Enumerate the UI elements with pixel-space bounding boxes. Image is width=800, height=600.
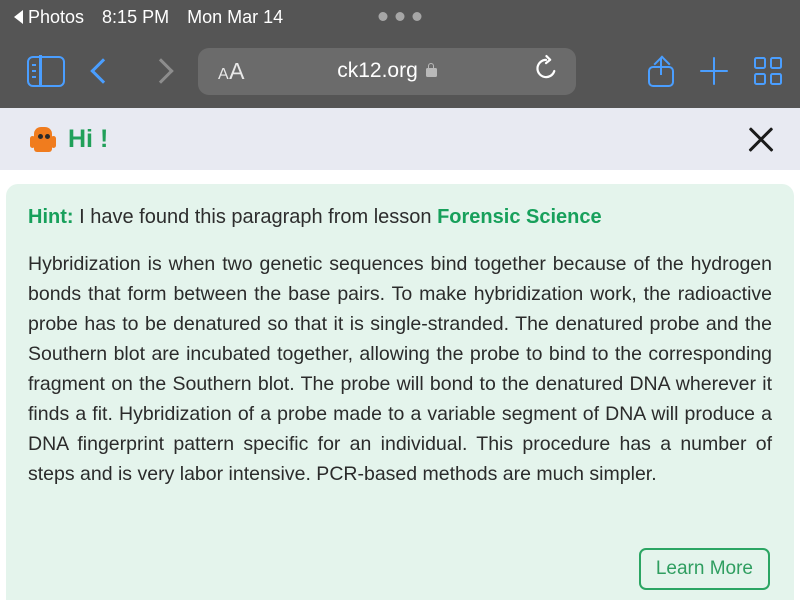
url-text: ck12.org [337,59,418,82]
hint-card: Hint: I have found this paragraph from l… [6,184,794,600]
ck12-mascot-icon [30,126,56,152]
back-button[interactable] [74,58,132,84]
sidebar-toggle-button[interactable] [18,55,74,87]
address-bar[interactable]: AA ck12.org [198,47,576,95]
hint-sentence: I have found this paragraph from lesson [73,206,438,228]
tab-cell [770,57,782,69]
new-tab-button[interactable] [700,57,728,85]
browser-toolbar: AA ck12.org [0,34,800,108]
dot [412,12,422,21]
mascot-body [34,126,52,152]
tabs-grid-button[interactable] [754,57,782,85]
chevron-right-icon [148,58,174,84]
status-bar-left-group: Photos 8:15 PM Mon Mar 14 [14,7,283,28]
reload-icon [536,55,556,79]
three-dots-icon[interactable] [378,12,422,21]
text-size-large-a: A [229,57,246,84]
tab-cell [770,73,782,85]
forward-button[interactable] [132,58,190,84]
lock-icon [425,63,437,77]
text-size-small-a: A [218,65,230,83]
greeting-text: Hi ! [68,124,109,153]
address-bar-content: ck12.org [198,59,576,83]
sidebar-line [32,63,36,66]
dot [378,12,388,21]
triangle-left-icon [14,10,23,24]
back-to-app-button[interactable]: Photos [14,7,84,28]
hint-label: Hint: [28,206,74,228]
ios-status-bar: Photos 8:15 PM Mon Mar 14 [0,0,800,34]
assistant-greeting-header: Hi ! [0,108,800,170]
reload-button[interactable] [532,55,560,88]
lesson-link[interactable]: Forensic Science [437,206,602,228]
sidebar-line [32,75,36,78]
spacer [0,170,800,184]
sidebar-line [32,69,36,72]
status-bar-date: Mon Mar 14 [187,6,284,27]
hint-line: Hint: I have found this paragraph from l… [28,206,772,229]
share-button[interactable] [648,55,674,87]
mascot-eye-right [45,133,50,139]
mascot-eye-left [38,133,43,139]
sidebar-toggle-icon [27,55,65,87]
back-to-app-label: Photos [28,6,85,27]
close-icon[interactable] [744,122,778,156]
learn-more-button[interactable]: Learn More [638,548,770,590]
tab-cell [754,57,766,69]
chevron-left-icon [90,58,116,84]
tab-cell [754,73,766,85]
toolbar-right-group [634,55,782,87]
dot [395,12,405,21]
text-size-button[interactable]: AA [218,58,245,85]
status-bar-time: 8:15 PM [102,6,170,27]
hint-paragraph: Hybridization is when two genetic sequen… [28,253,772,485]
